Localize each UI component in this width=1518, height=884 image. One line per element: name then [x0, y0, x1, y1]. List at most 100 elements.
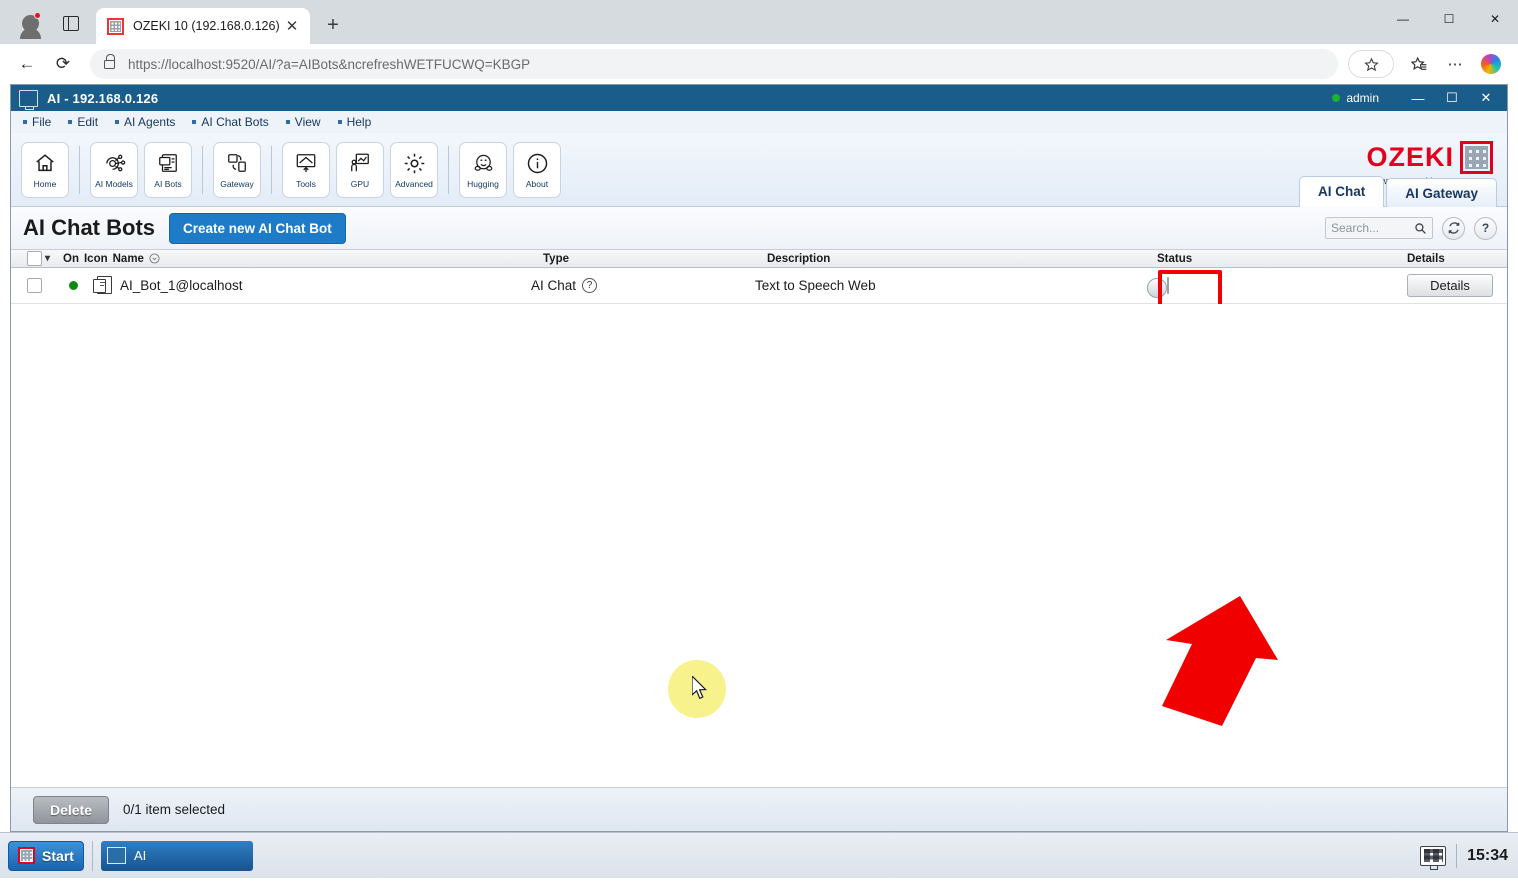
online-indicator-icon — [69, 281, 78, 290]
row-status-cell — [1147, 270, 1407, 310]
tab-ai-chat[interactable]: AI Chat — [1298, 176, 1385, 207]
row-checkbox[interactable] — [11, 278, 45, 293]
current-user[interactable]: admin — [1332, 91, 1379, 105]
column-header-description[interactable]: Description — [767, 253, 1157, 265]
row-name-cell: AI_Bot_1@localhost — [51, 275, 531, 296]
refresh-icon — [1448, 222, 1459, 234]
copilot-button[interactable] — [1474, 48, 1508, 80]
monitor-icon[interactable] — [1420, 845, 1447, 870]
maximize-icon[interactable]: ☐ — [1426, 0, 1472, 38]
bot-icon-line — [100, 281, 106, 283]
add-favorite-button[interactable] — [1348, 50, 1394, 78]
info-icon — [524, 150, 550, 176]
reload-icon[interactable]: ⟳ — [46, 48, 80, 80]
column-header-details[interactable]: Details — [1407, 253, 1507, 265]
toolbar-button-home[interactable]: Home — [21, 141, 69, 198]
toolbar-button-gateway[interactable]: Gateway — [213, 141, 261, 198]
selection-count-label: 0/1 item selected — [123, 802, 226, 817]
status-toggle[interactable] — [1147, 277, 1169, 298]
row-description: Text to Speech Web — [755, 278, 876, 293]
copilot-icon — [1481, 54, 1501, 74]
checkbox-icon — [27, 251, 42, 266]
browser-tab[interactable]: OZEKI 10 (192.168.0.126) ✕ — [96, 8, 310, 44]
collections-star-icon — [1411, 56, 1427, 70]
taskbar: Start AI 15:34 — [0, 832, 1518, 878]
bullet-icon — [68, 120, 73, 124]
create-new-ai-chat-bot-button[interactable]: Create new AI Chat Bot — [169, 212, 346, 244]
checkbox-icon — [27, 278, 42, 293]
ozeki-app-window: AI - 192.168.0.126 admin — ☐ ✕ File Edit… — [10, 84, 1508, 832]
toolbar-group-ai: AI Models AI Bots — [80, 141, 202, 198]
toolbar-button-ai-bots[interactable]: AI Bots — [144, 141, 192, 198]
start-button[interactable]: Start — [8, 840, 84, 871]
toolbar-button-tools[interactable]: Tools — [282, 141, 330, 198]
close-icon[interactable]: ✕ — [280, 14, 304, 38]
help-button[interactable]: ? — [1474, 216, 1497, 240]
ozeki-start-icon — [18, 847, 36, 864]
collections-button[interactable] — [1402, 48, 1436, 80]
refresh-button[interactable] — [1442, 216, 1465, 240]
hugging-face-icon — [470, 150, 496, 176]
menu-label: Help — [346, 115, 372, 129]
back-icon[interactable]: ← — [10, 48, 44, 80]
bullet-icon — [337, 120, 342, 124]
type-help-icon[interactable]: ? — [582, 278, 598, 293]
browser-tab-strip: OZEKI 10 (192.168.0.126) ✕ + — ☐ ✕ — [0, 0, 1518, 44]
taskbar-item-ai[interactable]: AI — [101, 840, 253, 871]
toolbar-button-advanced[interactable]: Advanced — [390, 141, 438, 198]
browser-settings-button[interactable]: ⋯ — [1438, 48, 1472, 80]
app-toolbar: Home AI Models AI Bots Gateway Tools GPU… — [11, 133, 1507, 207]
minimize-icon[interactable]: — — [1380, 0, 1426, 38]
close-icon[interactable]: ✕ — [1472, 0, 1518, 38]
menu-item-file[interactable]: File — [23, 115, 51, 129]
select-all-checkbox[interactable] — [11, 251, 45, 266]
menu-item-help[interactable]: Help — [337, 115, 372, 129]
gateway-icon — [224, 150, 250, 176]
delete-button[interactable]: Delete — [33, 795, 109, 824]
profile-button[interactable] — [12, 5, 48, 41]
address-bar-url: https://localhost:9520/AI/?a=AIBots&ncre… — [128, 56, 531, 72]
column-label-on: On — [63, 252, 79, 265]
ai-bots-icon — [155, 150, 181, 176]
table-body-area — [11, 304, 1507, 787]
menu-item-ai-agents[interactable]: AI Agents — [115, 115, 175, 129]
ozeki-app-icon — [19, 89, 38, 110]
app-title-bar: AI - 192.168.0.126 admin — ☐ ✕ — [11, 85, 1507, 111]
toolbar-button-gpu[interactable]: GPU — [336, 141, 384, 198]
star-icon — [1363, 57, 1379, 71]
address-bar[interactable]: https://localhost:9520/AI/?a=AIBots&ncre… — [90, 49, 1338, 79]
bullet-icon — [115, 120, 120, 124]
select-all-dropdown-icon[interactable]: ▾ — [45, 253, 63, 264]
column-header-status[interactable]: Status — [1157, 253, 1407, 265]
table-row[interactable]: AI_Bot_1@localhost AI Chat ? Text to Spe… — [11, 268, 1507, 310]
toolbar-button-hugging[interactable]: Hugging — [459, 141, 507, 198]
search-icon — [1415, 222, 1426, 234]
details-button[interactable]: Details — [1407, 274, 1493, 297]
annotation-arrow-icon — [1162, 596, 1278, 726]
menu-label: AI Agents — [124, 115, 176, 129]
search-input[interactable]: Search... — [1325, 217, 1433, 239]
tab-actions-button[interactable] — [54, 6, 88, 40]
menu-item-ai-chat-bots[interactable]: AI Chat Bots — [192, 115, 269, 129]
toolbar-label: Home — [33, 179, 57, 189]
menu-item-edit[interactable]: Edit — [68, 115, 98, 129]
tab-ai-gateway[interactable]: AI Gateway — [1386, 178, 1497, 207]
column-header-type[interactable]: Type — [543, 253, 767, 265]
taskbar-clock[interactable]: 15:34 — [1467, 847, 1508, 865]
toolbar-group-gateway: Gateway — [203, 141, 271, 198]
app-minimize-icon[interactable]: — — [1401, 85, 1435, 111]
search-placeholder: Search... — [1331, 221, 1380, 235]
sort-chevron-down-icon — [149, 253, 160, 264]
toolbar-group-misc: Hugging About — [449, 141, 571, 198]
row-details-cell: Details — [1407, 274, 1507, 297]
app-maximize-icon[interactable]: ☐ — [1435, 85, 1469, 111]
browser-toolbar: ← ⟳ https://localhost:9520/AI/?a=AIBots&… — [0, 44, 1518, 84]
toolbar-label: AI Bots — [154, 179, 182, 189]
toolbar-button-ai-models[interactable]: AI Models — [90, 141, 138, 198]
new-tab-button[interactable]: + — [318, 10, 348, 40]
menu-item-view[interactable]: View — [285, 115, 321, 129]
toolbar-button-about[interactable]: About — [513, 141, 561, 198]
app-close-icon[interactable]: ✕ — [1469, 85, 1503, 111]
advanced-gear-icon — [401, 150, 427, 176]
column-header-name[interactable]: On Icon Name — [63, 253, 543, 265]
